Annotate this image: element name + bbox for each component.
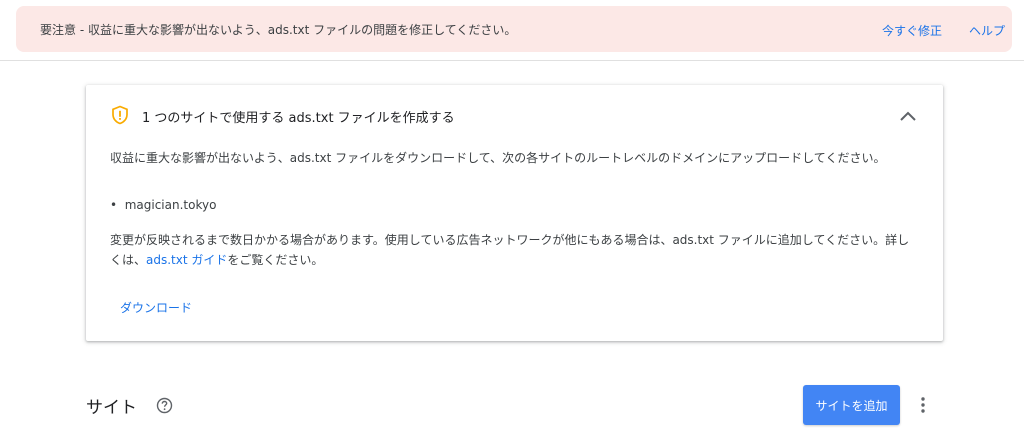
header-divider (0, 60, 1024, 61)
alert-message: 要注意 - 収益に重大な影響が出ないよう、ads.txt ファイルの問題を修正し… (40, 23, 517, 37)
instruction-text: 収益に重大な影響が出ないよう、ads.txt ファイルをダウンロードして、次の各… (110, 151, 886, 165)
sites-section-title: サイト (86, 398, 137, 418)
chevron-up-icon[interactable] (896, 105, 920, 127)
ads-txt-guide-link[interactable]: ads.txt ガイド (146, 253, 227, 267)
add-site-button[interactable]: サイトを追加 (803, 385, 900, 425)
fix-now-link[interactable]: 今すぐ修正 (882, 22, 942, 39)
shield-warning-icon (110, 105, 130, 125)
site-domain: magician.tokyo (124, 198, 217, 212)
site-list-item: • magician.tokyo (110, 198, 217, 212)
ads-txt-card: 1 つのサイトで使用する ads.txt ファイルを作成する 収益に重大な影響が… (86, 85, 943, 341)
notice-text: 変更が反映されるまで数日かかる場合があります。使用している広告ネットワークが他に… (110, 230, 920, 270)
alert-banner: 要注意 - 収益に重大な影響が出ないよう、ads.txt ファイルの問題を修正し… (16, 6, 1012, 52)
card-title: 1 つのサイトで使用する ads.txt ファイルを作成する (142, 111, 455, 126)
download-button[interactable]: ダウンロード (120, 299, 192, 316)
help-circle-icon[interactable] (156, 397, 173, 414)
notice-text-after: をご覧ください。 (227, 253, 324, 267)
help-link[interactable]: ヘルプ (969, 22, 1005, 39)
more-vert-icon[interactable] (915, 394, 931, 416)
